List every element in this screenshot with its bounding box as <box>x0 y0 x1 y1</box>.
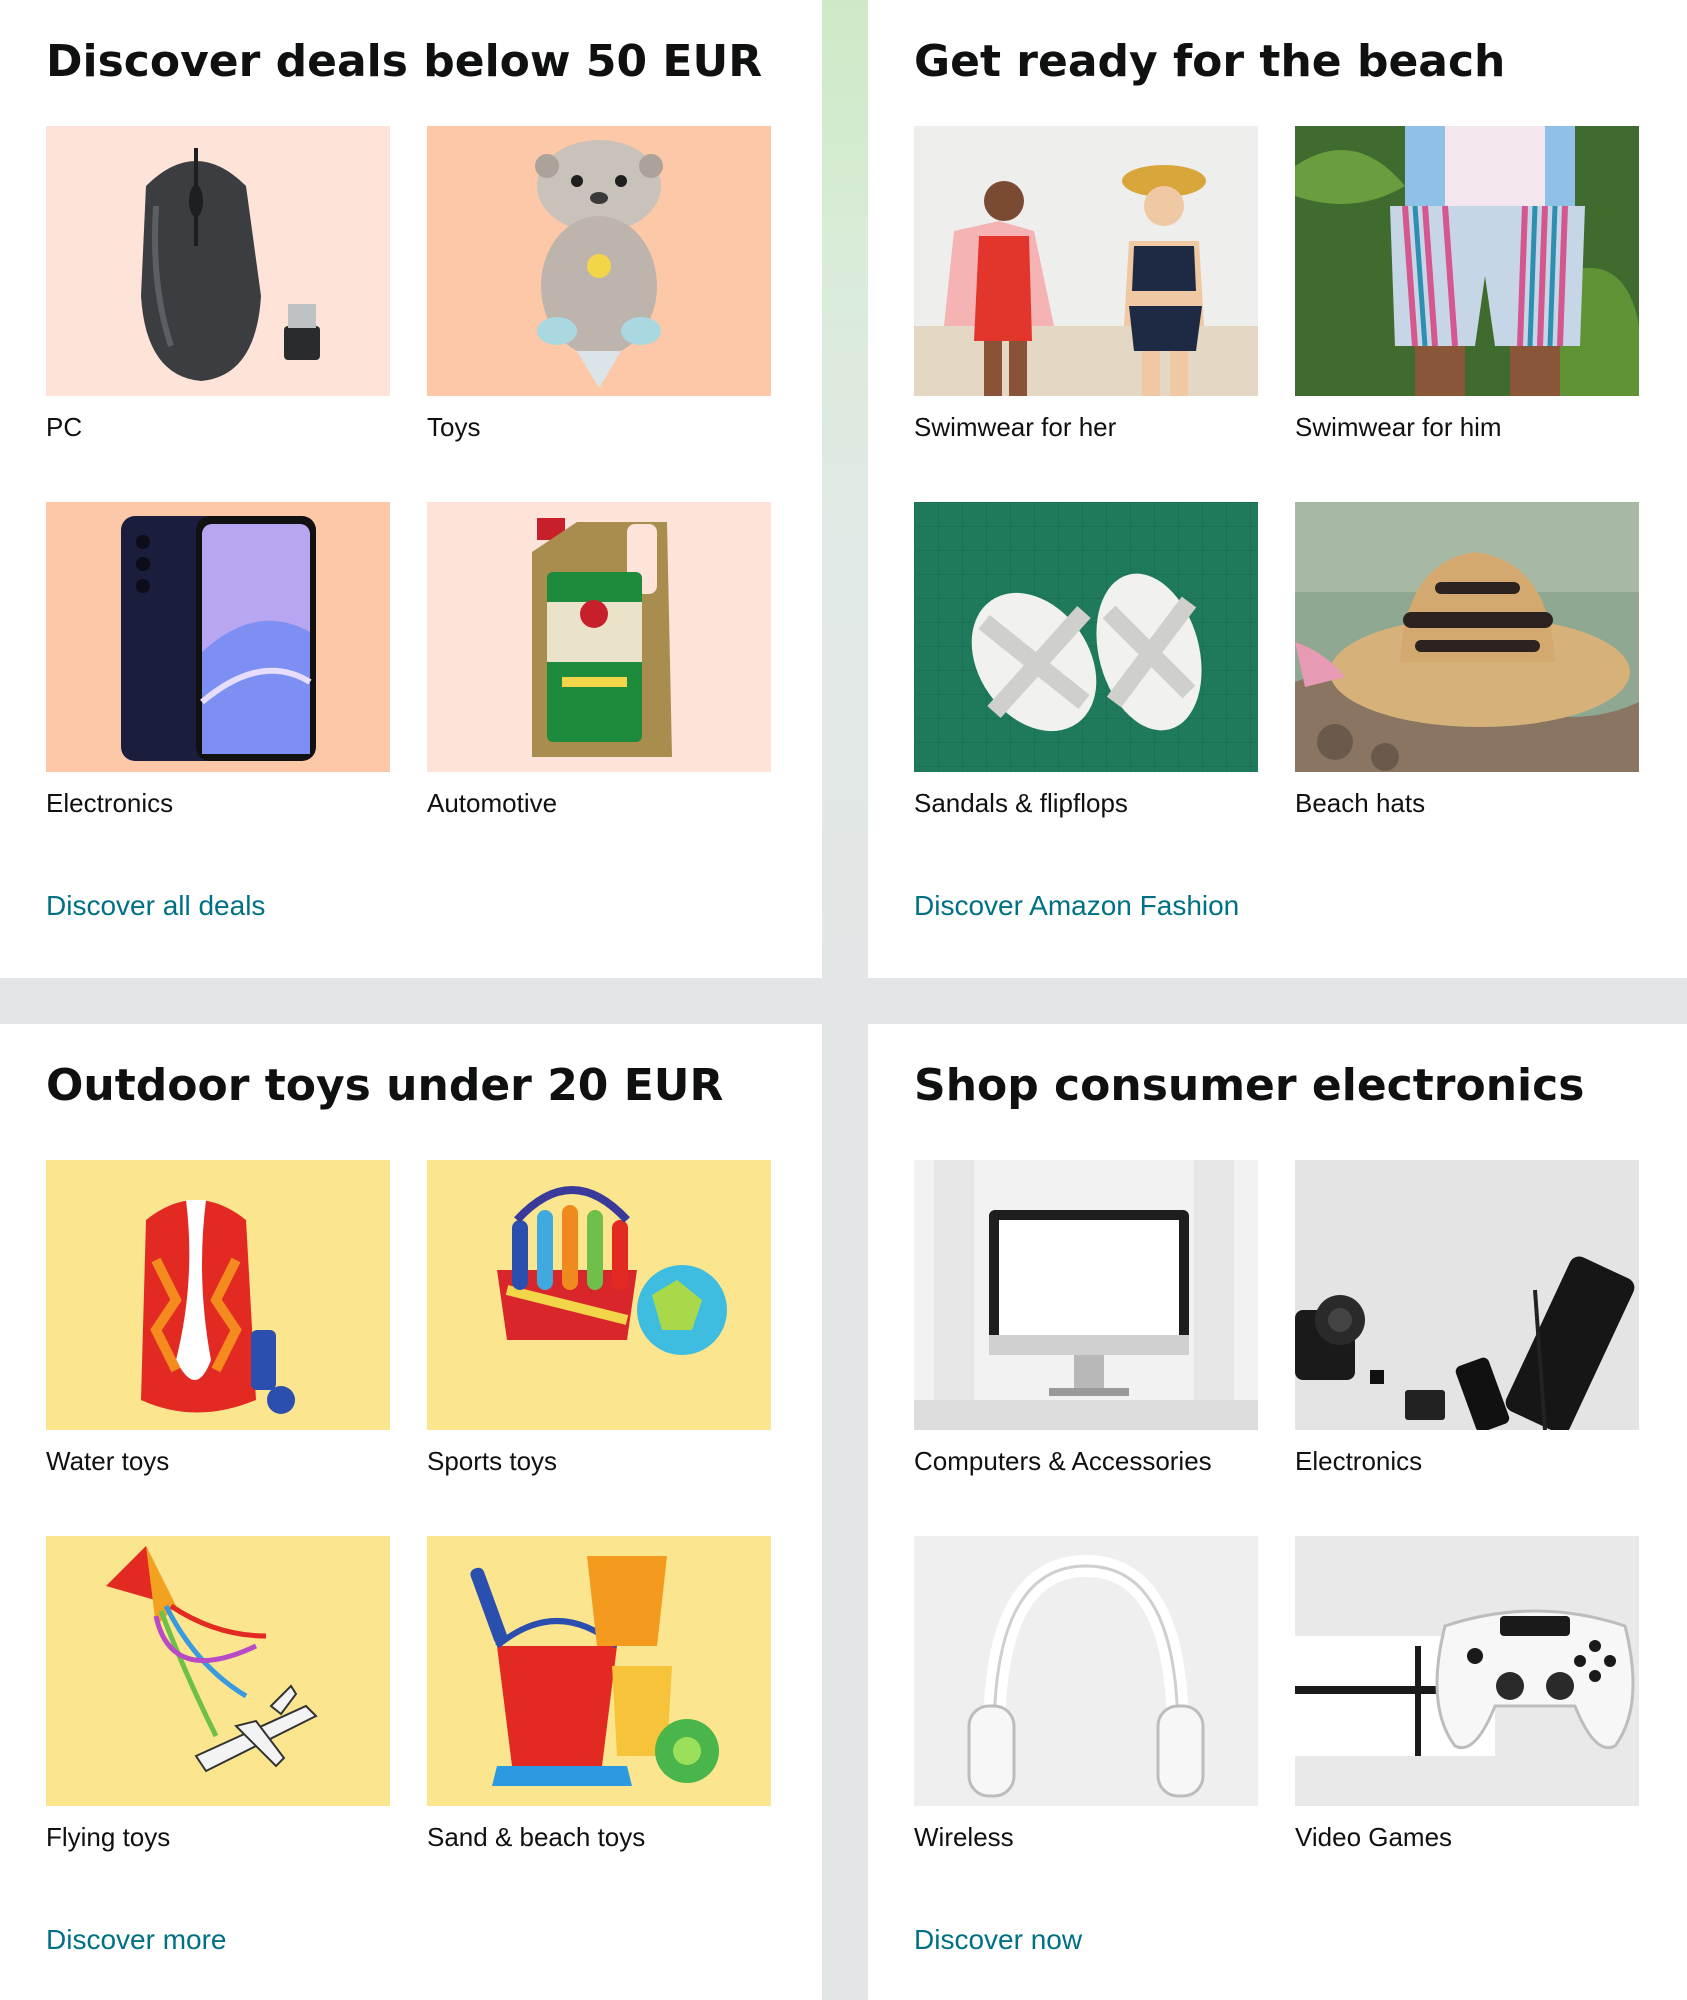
tile-label[interactable]: Computers & Accessories <box>914 1446 1212 1477</box>
tile-toys[interactable]: Toys <box>427 126 771 442</box>
tile-image[interactable] <box>914 1536 1258 1806</box>
discover-more-link[interactable]: Discover more <box>46 1924 226 1956</box>
sandals-icon <box>914 502 1258 772</box>
tile-wireless[interactable]: Wireless <box>914 1536 1258 1852</box>
tile-label[interactable]: Water toys <box>46 1446 169 1477</box>
tile-electronics[interactable]: Electronics <box>1295 1160 1639 1476</box>
tile-image[interactable] <box>1295 1160 1639 1430</box>
motor-oil-icon <box>427 502 771 772</box>
tile-label[interactable]: Electronics <box>1295 1446 1422 1477</box>
tile-video-games[interactable]: Video Games <box>1295 1536 1639 1852</box>
tile-beach-hats[interactable]: Beach hats <box>1295 502 1639 818</box>
card-title: Outdoor toys under 20 EUR <box>46 1060 724 1111</box>
tile-image[interactable] <box>427 502 771 772</box>
headphones-icon <box>914 1536 1258 1806</box>
tile-pc[interactable]: PC <box>46 126 390 442</box>
mouse-icon <box>46 126 390 396</box>
tile-label[interactable]: Sports toys <box>427 1446 557 1477</box>
plush-toy-icon <box>427 126 771 396</box>
tile-image[interactable] <box>427 126 771 396</box>
tile-label[interactable]: Toys <box>427 412 480 443</box>
card-deals-below-50: Discover deals below 50 EUR PC Toys Elec… <box>0 0 822 978</box>
card-title: Discover deals below 50 EUR <box>46 36 763 87</box>
bodyboard-icon <box>46 1160 390 1430</box>
tile-image[interactable] <box>427 1160 771 1430</box>
desktop-monitor-icon <box>914 1160 1258 1430</box>
tile-label[interactable]: PC <box>46 412 82 443</box>
tile-image[interactable] <box>914 502 1258 772</box>
tile-electronics[interactable]: Electronics <box>46 502 390 818</box>
tile-label[interactable]: Sandals & flipflops <box>914 788 1128 819</box>
background-divider <box>822 0 868 1024</box>
tile-label[interactable]: Swimwear for her <box>914 412 1116 443</box>
bowling-set-icon <box>427 1160 771 1430</box>
card-outdoor-toys: Outdoor toys under 20 EUR Water toys Spo… <box>0 1024 822 2000</box>
tile-label[interactable]: Electronics <box>46 788 173 819</box>
tile-label[interactable]: Wireless <box>914 1822 1014 1853</box>
sun-hat-icon <box>1295 502 1639 772</box>
sand-bucket-icon <box>427 1536 771 1806</box>
swim-shorts-icon <box>1295 126 1639 396</box>
kite-icon <box>46 1536 390 1806</box>
tile-label[interactable]: Flying toys <box>46 1822 170 1853</box>
smartphone-icon <box>46 502 390 772</box>
card-beach: Get ready for the beach Swimwear for her <box>868 0 1687 978</box>
discover-all-deals-link[interactable]: Discover all deals <box>46 890 265 922</box>
discover-now-link[interactable]: Discover now <box>914 1924 1082 1956</box>
camera-phone-icon <box>1295 1160 1639 1430</box>
tile-label[interactable]: Sand & beach toys <box>427 1822 645 1853</box>
tile-image[interactable] <box>46 1160 390 1430</box>
card-title: Shop consumer electronics <box>914 1060 1585 1111</box>
tile-image[interactable] <box>914 1160 1258 1430</box>
tile-automotive[interactable]: Automotive <box>427 502 771 818</box>
card-consumer-electronics: Shop consumer electronics Computers & Ac… <box>868 1024 1687 2000</box>
swimwear-her-icon <box>914 126 1258 396</box>
tile-label[interactable]: Video Games <box>1295 1822 1452 1853</box>
tile-flying-toys[interactable]: Flying toys <box>46 1536 390 1852</box>
tile-label[interactable]: Swimwear for him <box>1295 412 1502 443</box>
tile-image[interactable] <box>427 1536 771 1806</box>
tile-image[interactable] <box>46 126 390 396</box>
tile-label[interactable]: Automotive <box>427 788 557 819</box>
card-title: Get ready for the beach <box>914 36 1506 87</box>
tile-sports-toys[interactable]: Sports toys <box>427 1160 771 1476</box>
tile-swimwear-her[interactable]: Swimwear for her <box>914 126 1258 442</box>
tile-computers-accessories[interactable]: Computers & Accessories <box>914 1160 1258 1476</box>
game-controller-icon <box>1295 1536 1639 1806</box>
tile-sandals[interactable]: Sandals & flipflops <box>914 502 1258 818</box>
tile-image[interactable] <box>914 126 1258 396</box>
tile-water-toys[interactable]: Water toys <box>46 1160 390 1476</box>
tile-image[interactable] <box>1295 502 1639 772</box>
discover-amazon-fashion-link[interactable]: Discover Amazon Fashion <box>914 890 1239 922</box>
tile-sand-beach-toys[interactable]: Sand & beach toys <box>427 1536 771 1852</box>
tile-image[interactable] <box>1295 1536 1639 1806</box>
tile-label[interactable]: Beach hats <box>1295 788 1425 819</box>
tile-image[interactable] <box>1295 126 1639 396</box>
tile-swimwear-him[interactable]: Swimwear for him <box>1295 126 1639 442</box>
tile-image[interactable] <box>46 1536 390 1806</box>
tile-image[interactable] <box>46 502 390 772</box>
